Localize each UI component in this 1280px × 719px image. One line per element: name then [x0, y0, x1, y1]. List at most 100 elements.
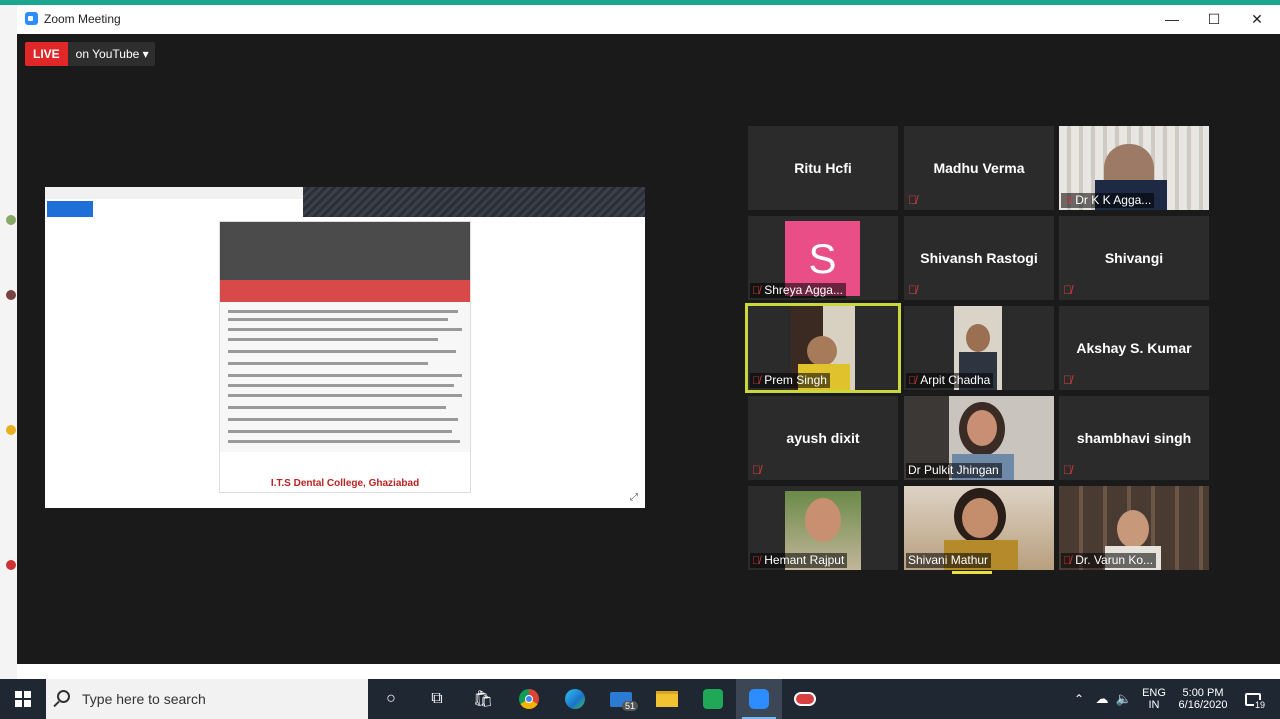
muted-mic-icon: 🎙̸ — [1063, 373, 1072, 387]
zoom-app-icon — [25, 12, 38, 25]
edge-icon[interactable] — [552, 679, 598, 719]
participant-video-tile[interactable]: Shivani Mathur — [904, 486, 1054, 570]
muted-mic-icon: 🎙̸ — [908, 375, 917, 387]
language-code: ENG — [1142, 687, 1166, 699]
clock-date: 6/16/2020 — [1178, 699, 1228, 711]
chevron-up-icon[interactable]: ⌃ — [1070, 679, 1088, 719]
window-title: Zoom Meeting — [44, 12, 121, 26]
participant-silhouette — [807, 336, 837, 366]
muted-mic-icon: 🎙̸ — [752, 375, 761, 387]
participant-label: Prem Singh — [764, 373, 827, 387]
minimize-button[interactable]: — — [1150, 5, 1194, 34]
windows-taskbar: Type here to search ○ ⧉ 🛍 51 ⌃ ☁ 🔈 ENG I… — [0, 679, 1280, 719]
close-button[interactable]: ✕ — [1235, 5, 1279, 34]
participant-silhouette — [966, 324, 990, 352]
muted-mic-icon: 🎙̸ — [1063, 283, 1072, 297]
cortana-icon[interactable]: ○ — [368, 679, 414, 719]
participant-tile[interactable]: 🎙̸ Arpit Chadha — [904, 306, 1054, 390]
store-icon[interactable]: 🛍 — [460, 679, 506, 719]
shared-poster: I.T.S Dental College, Ghaziabad — [219, 221, 471, 493]
muted-mic-icon: 🎙̸ — [752, 463, 761, 477]
participant-label: Shivani Mathur — [906, 553, 992, 568]
start-button[interactable] — [0, 679, 46, 719]
expand-icon[interactable]: ⤢ — [630, 492, 638, 503]
live-service-label: on YouTube — [75, 47, 140, 61]
clock[interactable]: 5:00 PM 6/16/2020 — [1172, 679, 1234, 719]
participant-tile[interactable]: Madhu Verma 🎙̸ — [904, 126, 1054, 210]
search-placeholder: Type here to search — [82, 691, 206, 707]
participant-label: Hemant Rajput — [764, 553, 845, 567]
participant-name: ayush dixit — [786, 430, 860, 446]
participant-silhouette — [962, 498, 998, 538]
participant-tile[interactable]: Ritu Hcfi — [748, 126, 898, 210]
shared-browser-bar — [45, 187, 303, 199]
participant-silhouette — [967, 410, 997, 446]
active-speaker-tile[interactable]: 🎙̸ Prem Singh — [745, 303, 901, 393]
whatsapp-icon[interactable] — [690, 679, 736, 719]
mail-badge: 51 — [622, 701, 639, 711]
search-icon — [57, 690, 70, 703]
app-icon[interactable] — [782, 679, 828, 719]
background-icon — [6, 560, 16, 570]
muted-mic-icon: 🎙̸ — [1063, 195, 1072, 207]
participant-label: Dr Pulkit Jhingan — [906, 463, 1002, 478]
participant-silhouette — [805, 498, 841, 542]
task-view-icon[interactable]: ⧉ — [414, 679, 460, 719]
clock-time: 5:00 PM — [1182, 687, 1224, 699]
notification-count: 19 — [1254, 700, 1267, 710]
muted-mic-icon: 🎙̸ — [1063, 463, 1072, 477]
participant-tile[interactable]: ayush dixit 🎙̸ — [748, 396, 898, 480]
participant-name: Akshay S. Kumar — [1076, 340, 1192, 356]
live-badge: LIVE — [25, 42, 68, 66]
poster-highlight — [220, 280, 470, 302]
region-code: IN — [1148, 699, 1160, 711]
background-icon — [6, 425, 16, 435]
muted-mic-icon: 🎙̸ — [752, 285, 761, 297]
participant-silhouette — [1117, 510, 1149, 548]
participant-video-tile[interactable]: Dr Pulkit Jhingan — [904, 396, 1054, 480]
participant-video-tile[interactable]: 🎙̸ Dr. Varun Ko... — [1059, 486, 1209, 570]
zoom-window: Zoom Meeting — ☐ ✕ LIVE on YouTube ▾ I.T… — [17, 5, 1280, 679]
background-icon — [6, 290, 16, 300]
taskbar-search-box[interactable]: Type here to search — [46, 679, 368, 719]
maximize-button[interactable]: ☐ — [1192, 5, 1236, 34]
live-stream-indicator[interactable]: LIVE on YouTube ▾ — [25, 42, 155, 66]
shared-banner — [303, 187, 645, 217]
participant-name: Madhu Verma — [933, 160, 1025, 176]
participant-name: Shivansh Rastogi — [920, 250, 1038, 266]
participant-tile[interactable]: Shivansh Rastogi 🎙̸ — [904, 216, 1054, 300]
poster-footer-text: I.T.S Dental College, Ghaziabad — [270, 478, 420, 489]
participant-label: Shreya Agga... — [764, 283, 843, 297]
screen-share-view[interactable]: I.T.S Dental College, Ghaziabad ⤢ — [45, 187, 645, 508]
chrome-icon[interactable] — [506, 679, 552, 719]
participant-tile[interactable]: 🎙̸ Hemant Rajput — [748, 486, 898, 570]
participant-tile[interactable]: shambhavi singh 🎙̸ — [1059, 396, 1209, 480]
shared-button — [47, 201, 93, 217]
participant-label: Dr K K Agga... — [1075, 193, 1152, 207]
participant-label: Dr. Varun Ko... — [1075, 553, 1154, 567]
participant-tile[interactable]: S 🎙̸ Shreya Agga... — [748, 216, 898, 300]
file-explorer-icon[interactable] — [644, 679, 690, 719]
chevron-down-icon: ▾ — [142, 47, 149, 61]
meeting-stage: LIVE on YouTube ▾ I.T.S Dental College, … — [17, 34, 1280, 664]
participant-label: Arpit Chadha — [920, 373, 991, 387]
mail-icon[interactable]: 51 — [598, 679, 644, 719]
participant-name: Shivangi — [1104, 250, 1164, 266]
participant-name: shambhavi singh — [1076, 430, 1192, 446]
notification-center-icon[interactable]: 19 — [1236, 679, 1270, 719]
participant-video-tile[interactable]: 🎙̸ Dr K K Agga... — [1059, 126, 1209, 210]
muted-mic-icon: 🎙̸ — [908, 193, 917, 207]
muted-mic-icon: 🎙̸ — [752, 555, 761, 567]
volume-icon[interactable]: 🔈 — [1114, 679, 1134, 719]
windows-logo-icon — [15, 691, 31, 707]
participant-tile[interactable]: Akshay S. Kumar 🎙̸ — [1059, 306, 1209, 390]
participant-name: Ritu Hcfi — [794, 160, 852, 176]
participant-tile[interactable]: Shivangi 🎙̸ — [1059, 216, 1209, 300]
cloud-icon[interactable]: ☁ — [1092, 679, 1112, 719]
background-icon — [6, 215, 16, 225]
poster-header — [220, 222, 470, 280]
muted-mic-icon: 🎙̸ — [1063, 555, 1072, 567]
background-app-edge — [0, 5, 17, 679]
language-indicator[interactable]: ENG IN — [1137, 679, 1171, 719]
zoom-taskbar-icon[interactable] — [736, 679, 782, 719]
